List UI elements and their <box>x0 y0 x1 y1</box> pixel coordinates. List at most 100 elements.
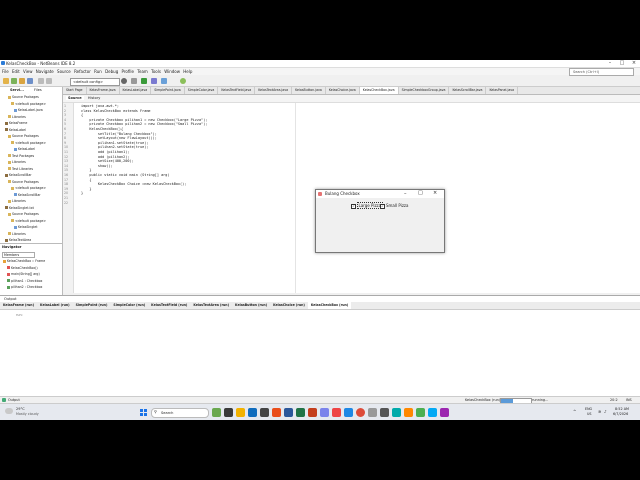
profile-icon[interactable] <box>161 78 167 84</box>
navigator-item[interactable]: KelasCheckBox :: Frame <box>3 259 45 264</box>
tree-item[interactable]: Source Packages <box>8 180 39 185</box>
editor-tab[interactable]: KelasTextField.java <box>218 87 256 94</box>
dialog-maximize-icon[interactable]: □ <box>418 190 423 196</box>
language-indicator[interactable]: ENG <box>585 407 592 411</box>
new-file-icon[interactable] <box>11 78 17 84</box>
config-select[interactable]: <default config> <box>70 78 120 86</box>
tree-item[interactable]: <default package> <box>11 219 46 224</box>
editor-tab[interactable]: KelasScrollBar.java <box>449 87 487 94</box>
menu-navigate[interactable]: Navigate <box>36 68 54 75</box>
wifi-icon[interactable]: ≋ <box>598 409 601 414</box>
output-tab[interactable]: KelasButton (run) <box>232 302 270 309</box>
tree-item[interactable]: KelasSinglet.txt <box>5 206 34 211</box>
tree-item[interactable]: Libraries <box>8 232 26 237</box>
menu-refactor[interactable]: Refactor <box>74 68 91 75</box>
search-input[interactable]: Search (Ctrl+I) <box>569 68 634 76</box>
task-view-icon[interactable] <box>224 408 233 417</box>
store-icon[interactable] <box>260 408 269 417</box>
tree-item[interactable]: KelasScrollBar <box>5 173 32 178</box>
editor-tab[interactable]: KelasButton.java <box>292 87 326 94</box>
excel-icon[interactable] <box>296 408 305 417</box>
build-icon[interactable] <box>121 78 127 84</box>
tree-item[interactable]: KelasScrollBar <box>14 193 41 198</box>
menu-tools[interactable]: Tools <box>151 68 161 75</box>
output-tab[interactable]: KelasLabel (run) <box>37 302 73 309</box>
menu-team[interactable]: Team <box>137 68 148 75</box>
output-tab[interactable]: KelasTextField (run) <box>148 302 190 309</box>
editor-tab[interactable]: SimpleColor.java <box>185 87 219 94</box>
windows-start-icon[interactable] <box>140 409 147 416</box>
save-all-icon[interactable] <box>27 78 33 84</box>
terminal-icon[interactable] <box>380 408 389 417</box>
output-tab[interactable]: KelasTextArea (run) <box>190 302 232 309</box>
output-tab[interactable]: SimplePoint (run) <box>73 302 111 309</box>
mail-icon[interactable] <box>428 408 437 417</box>
tree-item[interactable]: Test Libraries <box>8 167 33 172</box>
weather-icon[interactable] <box>5 408 13 414</box>
navigator-item[interactable]: pilihan1 : Checkbox <box>7 279 42 284</box>
close-icon[interactable]: × <box>628 60 640 67</box>
editor-tab[interactable]: KelasLabel.java <box>120 87 152 94</box>
netbeans-taskbar-icon[interactable] <box>344 408 353 417</box>
maximize-icon[interactable]: □ <box>616 60 628 67</box>
open-project-icon[interactable] <box>19 78 25 84</box>
editor-tab[interactable]: Start Page <box>63 87 87 94</box>
tray-chevron-icon[interactable]: ^ <box>573 409 576 414</box>
debug-icon[interactable] <box>151 78 157 84</box>
checkbox-small-pizza[interactable]: ✓ Small Pizza <box>380 203 408 209</box>
onenote-icon[interactable] <box>440 408 449 417</box>
clock-time[interactable]: 8:52 AM <box>615 407 629 411</box>
tree-item[interactable]: Libraries <box>8 199 26 204</box>
tree-item[interactable]: <default package> <box>11 186 46 191</box>
photos-icon[interactable] <box>392 408 401 417</box>
tree-item[interactable]: Source Packages <box>8 212 39 217</box>
tab-files[interactable]: Files <box>32 87 44 93</box>
tree-item[interactable]: <default package> <box>11 102 46 107</box>
navigator-item[interactable]: KelasCheckBox() <box>7 266 38 271</box>
status-output-label[interactable]: Output <box>8 398 20 402</box>
checkbox-small-pizza-box[interactable]: ✓ <box>380 203 385 209</box>
vlc-icon[interactable] <box>404 408 413 417</box>
output-tab[interactable]: KelasFrame (run) <box>0 302 37 309</box>
output-tab[interactable]: SimpleColor (run) <box>110 302 148 309</box>
tree-item[interactable]: Source Packages <box>8 134 39 139</box>
menu-edit[interactable]: Edit <box>12 68 20 75</box>
word-icon[interactable] <box>284 408 293 417</box>
tree-item[interactable]: KelasSinglet <box>14 225 37 230</box>
editor-tab[interactable]: KelasCheckBox.java <box>359 87 399 94</box>
output-tab[interactable]: KelasChoice (run) <box>270 302 308 309</box>
menu-run[interactable]: Run <box>94 68 102 75</box>
editor-tab[interactable]: SimplePoint.java <box>151 87 185 94</box>
chrome-icon[interactable] <box>356 408 365 417</box>
tree-item[interactable]: <default package> <box>11 141 46 146</box>
tree-item[interactable]: KelasLabel <box>14 147 35 152</box>
powerpoint-icon[interactable] <box>308 408 317 417</box>
editor-tab[interactable]: KelasChoice.java <box>326 87 360 94</box>
widgets-icon[interactable] <box>212 408 221 417</box>
editor-tab[interactable]: KelasPanel.java <box>486 87 519 94</box>
app-icon[interactable] <box>368 408 377 417</box>
navigator-item[interactable]: main(String[] arg) <box>7 272 40 277</box>
editor-tab[interactable]: KelasFrame.java <box>87 87 120 94</box>
taskbar-search-box[interactable]: ⚲ Search <box>151 408 209 418</box>
teams-icon[interactable] <box>320 408 329 417</box>
tab-source[interactable]: Source <box>66 96 84 100</box>
menu-file[interactable]: File <box>2 68 9 75</box>
java-icon[interactable] <box>332 408 341 417</box>
maps-icon[interactable] <box>416 408 425 417</box>
output-tab[interactable]: KelasCheckBox (run) <box>307 302 352 309</box>
tree-item[interactable]: KelasLabel.java <box>14 108 43 113</box>
tab-history[interactable]: History <box>88 96 100 100</box>
editor-tab[interactable]: SimpleCheckboxGroup.java <box>399 87 450 94</box>
menu-help[interactable]: Help <box>183 68 192 75</box>
menu-view[interactable]: View <box>23 68 33 75</box>
run-icon[interactable] <box>141 78 147 84</box>
navigator-filter-select[interactable]: Members <box>2 252 35 258</box>
office-icon[interactable] <box>272 408 281 417</box>
editor-tab[interactable]: KelasTextArea.java <box>255 87 293 94</box>
tree-item[interactable]: Source Packages <box>8 95 39 100</box>
gc-icon[interactable] <box>180 78 186 84</box>
redo-icon[interactable] <box>46 78 52 84</box>
new-project-icon[interactable] <box>3 78 9 84</box>
tree-item[interactable]: KelasFrame <box>5 121 27 126</box>
